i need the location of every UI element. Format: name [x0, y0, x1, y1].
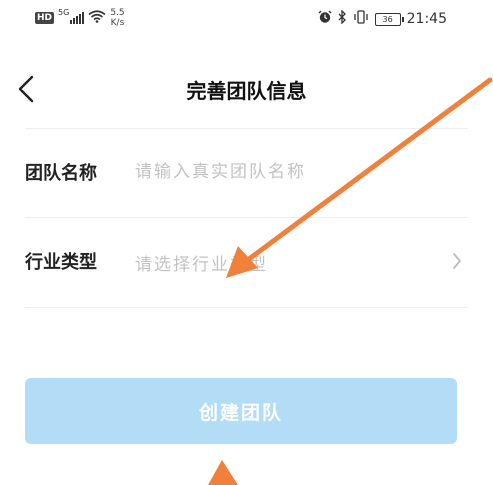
divider [25, 307, 468, 308]
industry-select[interactable]: 行业类型 请选择行业类型 [25, 218, 468, 306]
signal-icon [70, 12, 85, 24]
bluetooth-icon [338, 9, 347, 28]
chevron-right-icon [453, 253, 461, 269]
wifi-icon [88, 9, 106, 27]
arrow-to-create-button [208, 460, 238, 485]
team-name-label: 团队名称 [25, 163, 97, 184]
status-bar: HD 5G 5.5 K/s 36 21:45 [0, 0, 493, 40]
status-time: 21:45 [406, 11, 447, 27]
hd-badge: HD [35, 12, 55, 24]
industry-label: 行业类型 [25, 252, 97, 273]
alarm-icon [318, 10, 332, 28]
speed-unit: K/s [110, 18, 125, 28]
nav-bar: 完善团队信息 [0, 55, 493, 125]
battery-icon: 36 [374, 12, 404, 26]
industry-placeholder: 请选择行业类型 [135, 255, 268, 275]
network-type: 5G [58, 8, 70, 17]
speed-value: 5.5 [110, 8, 125, 18]
status-left: HD 5G 5.5 K/s [35, 8, 125, 28]
team-name-input[interactable] [133, 154, 437, 190]
vibrate-icon [353, 10, 369, 28]
team-name-row: 团队名称 [25, 129, 468, 217]
network-speed: 5.5 K/s [110, 8, 124, 28]
page-title: 完善团队信息 [186, 79, 307, 103]
status-right: 36 21:45 [318, 9, 447, 28]
create-team-button[interactable]: 创建团队 [25, 378, 457, 444]
